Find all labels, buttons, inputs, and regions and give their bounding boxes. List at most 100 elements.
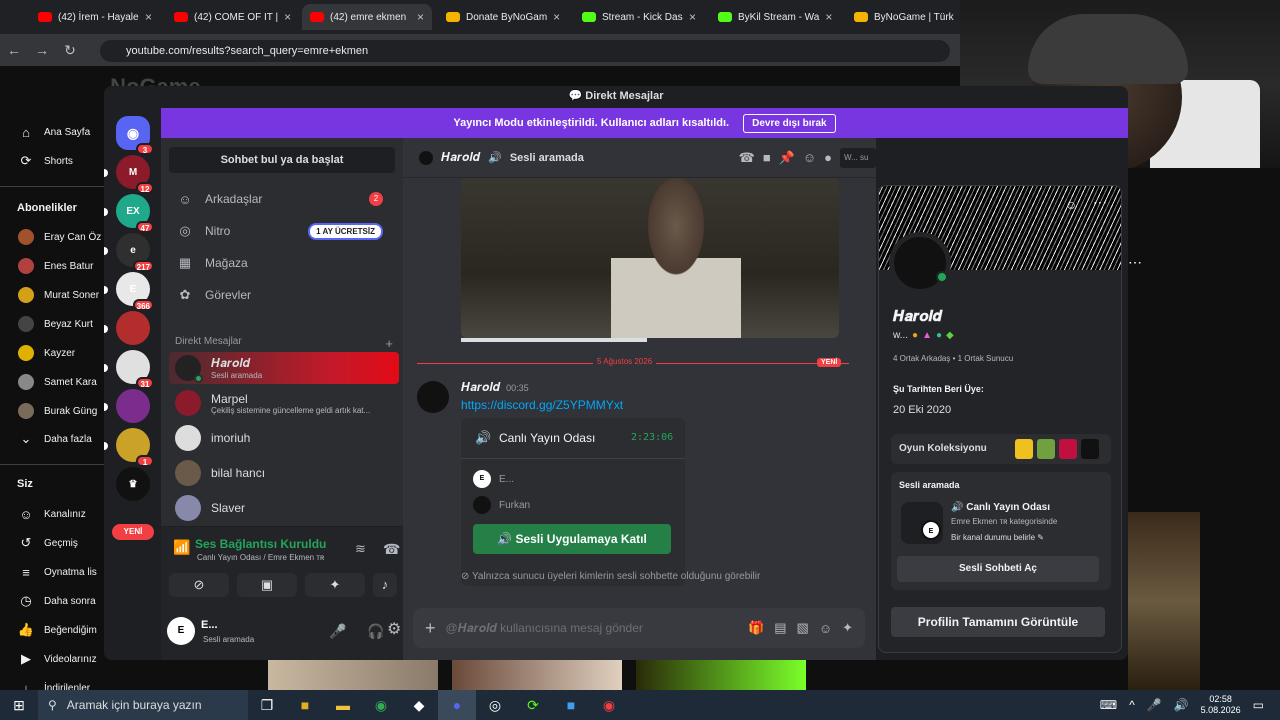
yt-sidebar-item[interactable]: Beyaz Kurt xyxy=(0,311,110,337)
server-icon[interactable]: E 366 xyxy=(116,272,154,311)
message-avatar[interactable] xyxy=(417,381,449,413)
discord-taskbar-icon[interactable]: ● xyxy=(438,690,476,720)
thumbnail[interactable] xyxy=(452,658,622,690)
yt-sidebar-item[interactable]: Samet Kara xyxy=(0,369,110,395)
yt-sidebar-item[interactable]: 👍 Beğendiğim xyxy=(0,617,110,643)
task-view-icon[interactable]: ❐ xyxy=(248,690,286,720)
game-icon[interactable] xyxy=(1059,439,1077,459)
taskbar-search[interactable]: ⚲ Aramak için buraya yazın xyxy=(38,690,248,720)
emoji-icon[interactable]: ☺ xyxy=(819,621,832,636)
dm-row[interactable]: 𝑯𝒂𝒓𝒐𝒍𝒅Sesli aramada★ xyxy=(169,352,399,384)
back-icon[interactable]: ← xyxy=(0,42,28,58)
close-icon[interactable]: × xyxy=(553,10,560,24)
yt-sidebar-item[interactable]: Burak Güng xyxy=(0,398,110,424)
server-icon[interactable] xyxy=(116,311,150,345)
browser-tab[interactable]: (42) COME OF IT | × xyxy=(166,4,296,30)
keyboard-icon[interactable]: ⌨ xyxy=(1100,698,1117,712)
server-icon[interactable]: M 12 xyxy=(116,155,154,194)
gif-icon[interactable]: ▤ xyxy=(774,620,786,636)
add-attachment-icon[interactable]: + xyxy=(425,618,436,639)
yt-sidebar-item[interactable]: ◷ Daha sonra xyxy=(0,588,110,614)
call-video[interactable] xyxy=(461,178,839,338)
server-icon[interactable] xyxy=(116,389,150,423)
browser-tab[interactable]: Stream - Kick Das × xyxy=(574,4,704,30)
yt-sidebar-item[interactable]: ⌄ Daha fazla xyxy=(0,426,110,452)
signal-icon[interactable]: 📶 xyxy=(173,539,190,556)
phone-icon[interactable]: ☎ xyxy=(739,150,755,166)
game-icon[interactable] xyxy=(1015,439,1033,459)
yt-sidebar-item[interactable]: Enes Batur xyxy=(0,253,110,279)
screen-share-button[interactable]: ▣ xyxy=(237,573,297,597)
server-icon[interactable]: EX 47 xyxy=(116,194,154,233)
message-composer[interactable]: + @𝑯𝒂𝒓𝒐𝒍𝒅 kullanıcısına mesaj gönder 🎁 ▤… xyxy=(413,608,865,648)
yt-sidebar-item[interactable]: ⌂ Ana Sayfa xyxy=(0,119,110,145)
sticker-icon[interactable]: ▧ xyxy=(797,620,809,636)
taskbar-app-icon[interactable]: ■ xyxy=(552,690,590,720)
dm-nav-item[interactable]: ▦ Mağaza xyxy=(169,248,395,278)
chrome-icon[interactable]: ◉ xyxy=(362,690,400,720)
forward-icon[interactable]: → xyxy=(28,42,56,58)
pin-icon[interactable]: 📌 xyxy=(779,150,795,166)
taskbar-app-icon[interactable]: ■ xyxy=(286,690,324,720)
thumbnail[interactable] xyxy=(268,658,438,690)
camera-off-button[interactable]: ⊘ xyxy=(169,573,229,597)
yt-sidebar-item[interactable]: ↺ Geçmiş xyxy=(0,530,110,556)
server-icon[interactable]: ♛ xyxy=(116,467,150,501)
gift-icon[interactable]: 🎁 xyxy=(748,620,764,636)
open-voice-chat-button[interactable]: Sesli Sohbeti Aç xyxy=(897,556,1099,582)
apps-icon[interactable]: ✦ xyxy=(842,620,853,636)
search-input[interactable]: W... su xyxy=(840,147,876,168)
clock[interactable]: 02:58 5.08.2026 xyxy=(1201,694,1241,716)
game-icon[interactable] xyxy=(1037,439,1055,459)
browser-tab[interactable]: (42) İrem - Hayale × xyxy=(30,4,160,30)
microphone-icon[interactable]: 🎤 xyxy=(329,623,346,640)
yt-sidebar-item[interactable]: Eray Can Öz xyxy=(0,224,110,250)
video-icon[interactable]: ■ xyxy=(763,150,771,165)
headphones-icon[interactable]: 🎧 xyxy=(367,623,384,640)
add-dm-icon[interactable]: + xyxy=(385,336,393,351)
more-icon[interactable]: ⋯ xyxy=(1093,194,1107,211)
view-full-profile-button[interactable]: Profilin Tamamını Görüntüle xyxy=(891,607,1105,637)
yt-sidebar-item[interactable]: ⟳ Shorts xyxy=(0,148,110,174)
yt-sidebar-item[interactable]: ≡ Oynatma lis xyxy=(0,559,110,585)
close-icon[interactable]: × xyxy=(417,10,424,24)
browser-tab[interactable]: (42) emre ekmen × xyxy=(302,4,432,30)
browser-tab[interactable]: ByNoGame | Türk× xyxy=(846,4,976,30)
profile-avatar[interactable] xyxy=(889,232,951,294)
dm-row[interactable]: Slaver xyxy=(169,492,399,524)
add-friend-icon[interactable]: ☺ xyxy=(803,150,816,165)
user-avatar[interactable]: E xyxy=(167,617,195,645)
server-icon[interactable]: 1 xyxy=(116,428,154,467)
steam-icon[interactable]: ◎ xyxy=(476,690,514,720)
game-collection[interactable]: Oyun Koleksiyonu xyxy=(891,434,1111,464)
disconnect-icon[interactable]: ☎ xyxy=(383,541,400,558)
voice-channel[interactable]: Canlı Yayın Odası / Emre Ekmen ᴛʀ xyxy=(197,553,324,562)
server-icon[interactable]: 31 xyxy=(116,350,154,389)
dm-search-button[interactable]: Sohbet bul ya da başlat xyxy=(169,147,395,173)
game-icon[interactable] xyxy=(1081,439,1099,459)
settings-gear-icon[interactable]: ⚙ xyxy=(387,619,401,639)
chevron-up-icon[interactable]: ^ xyxy=(1129,698,1135,712)
you-title[interactable]: Siz xyxy=(17,478,33,490)
dm-nav-item[interactable]: ◎ Nitro 1 AY ÜCRETSİZ xyxy=(169,216,395,246)
browser-tab[interactable]: Donate ByNoGam × xyxy=(438,4,568,30)
activities-button[interactable]: ✦ xyxy=(305,573,365,597)
dm-row[interactable]: bilal hancı xyxy=(169,457,399,489)
voice-status-setter[interactable]: Bir kanal durumu belirle ✎ xyxy=(951,533,1044,542)
close-icon[interactable]: × xyxy=(145,10,152,24)
add-friend-icon[interactable]: ☺ xyxy=(1065,198,1077,212)
join-voice-button[interactable]: 🔊 Sesli Uygulamaya Katıl xyxy=(473,524,671,554)
thumbnail[interactable] xyxy=(636,658,806,690)
message-author[interactable]: 𝑯𝒂𝒓𝒐𝒍𝒅 xyxy=(461,380,500,395)
taskbar-app-icon[interactable]: ◆ xyxy=(400,690,438,720)
server-icon[interactable]: e 217 xyxy=(116,233,154,272)
taskbar-app-icon[interactable]: ◉ xyxy=(590,690,628,720)
dm-nav-item[interactable]: ✿ Görevler xyxy=(169,280,395,310)
more-icon[interactable]: ⋯ xyxy=(1128,255,1142,269)
taskbar-app-icon[interactable]: ⟳ xyxy=(514,690,552,720)
folder-icon[interactable]: ▬ xyxy=(324,690,362,720)
mutual-info[interactable]: 4 Ortak Arkadaş • 1 Ortak Sunucu xyxy=(893,354,1013,363)
subscriptions-title[interactable]: Abonelikler xyxy=(17,202,77,214)
dm-row[interactable]: imoriuh xyxy=(169,422,399,454)
volume-icon[interactable]: 🔊 xyxy=(1174,698,1189,712)
